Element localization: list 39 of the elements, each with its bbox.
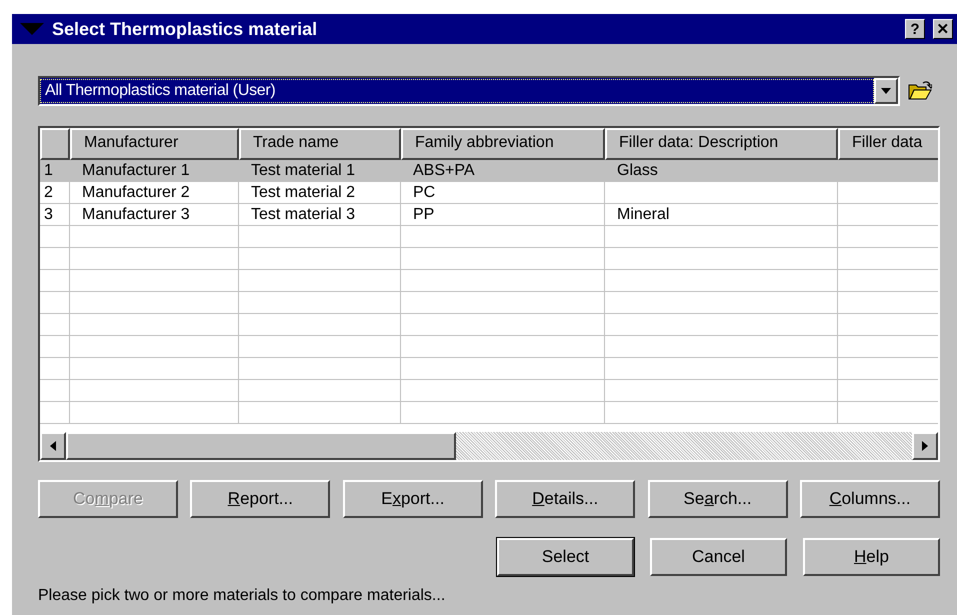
horizontal-scrollbar[interactable] xyxy=(40,432,938,460)
column-header[interactable]: Filler data: Description xyxy=(605,128,838,160)
row-number: 1 xyxy=(40,160,70,181)
table-cell: Manufacturer 1 xyxy=(70,160,239,181)
open-folder-icon[interactable] xyxy=(908,81,932,101)
database-dropdown[interactable]: All Thermoplastics material (User) xyxy=(38,76,900,106)
table-cell: PC xyxy=(401,182,605,203)
table-cell: PP xyxy=(401,204,605,225)
table-row[interactable]: 3 Manufacturer 3 Test material 3 PP Mineral xyxy=(40,204,938,226)
table-cell: Glass xyxy=(605,160,838,181)
table-cell: Test material 1 xyxy=(239,160,401,181)
action-button[interactable]: Export... xyxy=(342,480,483,518)
table-cell: Manufacturer 2 xyxy=(70,182,239,203)
column-header[interactable]: Trade name xyxy=(239,128,401,160)
table-cell: ABS+PA xyxy=(401,160,605,181)
row-number: 2 xyxy=(40,182,70,203)
column-header[interactable]: Family abbreviation xyxy=(401,128,605,160)
dialog-button[interactable]: Cancel xyxy=(650,538,787,576)
action-button[interactable]: Columns... xyxy=(800,480,940,518)
scroll-thumb[interactable] xyxy=(66,432,456,460)
table-cell: Test material 3 xyxy=(239,204,401,225)
window-title: Select Thermoplastics material xyxy=(52,18,318,41)
column-header[interactable]: Manufacturer xyxy=(70,128,239,160)
scroll-left-icon[interactable] xyxy=(40,432,66,460)
dialog-button[interactable]: Select xyxy=(497,538,634,576)
table-row[interactable]: 1 Manufacturer 1 Test material 1 ABS+PA Glass xyxy=(40,160,938,182)
title-bar-button[interactable]: ✕ xyxy=(933,19,953,39)
table-row[interactable]: 2 Manufacturer 2 Test material 2 PC xyxy=(40,182,938,204)
action-button[interactable]: Search... xyxy=(648,480,788,518)
action-button[interactable]: Report... xyxy=(190,480,330,518)
title-bar-button[interactable]: ? xyxy=(905,19,925,39)
table-cell: Mineral xyxy=(605,204,838,225)
dialog-button[interactable]: Help xyxy=(803,538,940,576)
table-cell: Test material 2 xyxy=(239,182,401,203)
row-number: 3 xyxy=(40,204,70,225)
scroll-right-icon[interactable] xyxy=(912,432,938,460)
action-button[interactable]: Details... xyxy=(495,480,636,518)
table-cell: Manufacturer 3 xyxy=(70,204,239,225)
status-message: Please pick two or more materials to compare materials... xyxy=(38,586,446,606)
